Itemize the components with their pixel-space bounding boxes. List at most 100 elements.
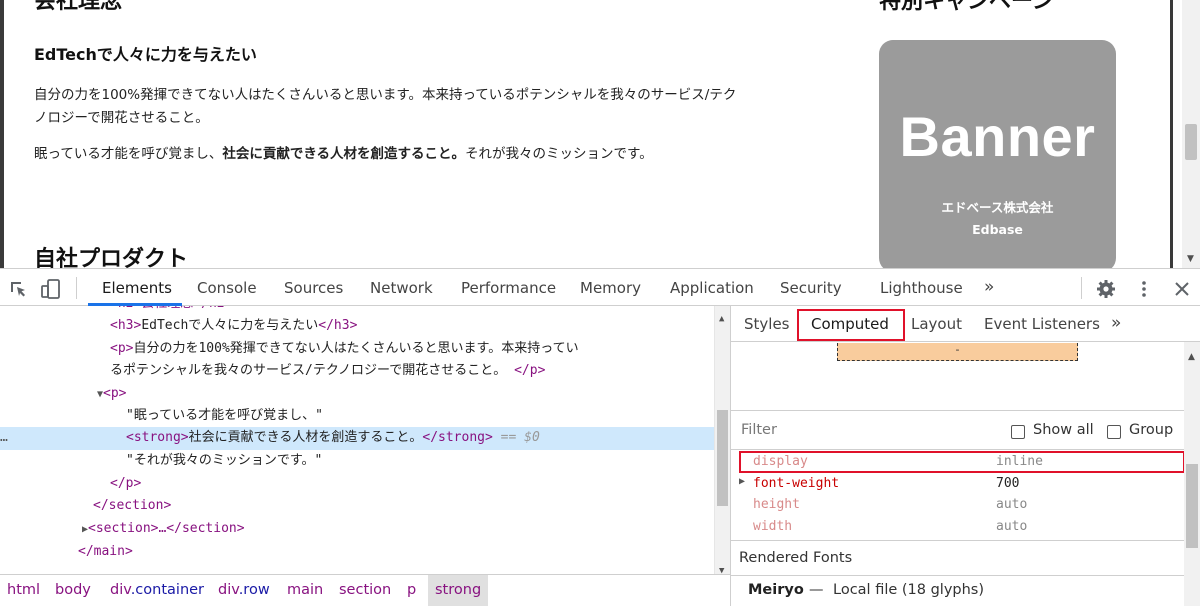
paragraph-2-strong: 社会に貢献できる人材を創造すること。 [222,146,466,162]
crumb-section[interactable]: section [339,582,391,598]
prop-height-name[interactable]: height [753,497,800,512]
sidebar-tabs: Styles Computed Layout Event Listeners » [731,306,1200,342]
rendered-fonts-header: Rendered Fonts [731,540,1200,576]
prop-width-name[interactable]: width [753,519,792,534]
computed-tab-highlight [797,309,905,341]
crumb-div-row[interactable]: div.row [218,582,270,598]
node-p2[interactable]: ▼<p> [97,383,127,407]
p1-open-tag: <p> [110,341,134,356]
node-h3[interactable]: <h3>EdTechで人々に力を与えたい</h3> [110,315,357,338]
show-all-checkbox[interactable] [1011,425,1025,439]
page-border-right [1170,0,1173,268]
rendered-font-separator: — [809,582,824,598]
page-scrollbar-thumb[interactable] [1185,124,1197,160]
tab-console[interactable]: Console [197,279,257,297]
gear-icon[interactable] [1096,279,1116,299]
tab-security[interactable]: Security [780,279,842,297]
node-strong[interactable]: <strong>社会に貢献できる人材を創造すること。</strong> == $… [126,427,540,450]
crumb-html[interactable]: html [7,582,40,598]
website-viewport: 会社理念 特別キャンペーン EdTechで人々に力を与えたい 自分の力を100%… [0,0,1200,268]
section-heading-campaign: 特別キャンペーン [879,0,1054,14]
node-section-close[interactable]: </section> [93,495,171,518]
crumb-p[interactable]: p [407,582,416,598]
strong-open-tag: <strong> [126,430,189,445]
sidebar-scroll-up-icon[interactable]: ▲ [1188,352,1195,362]
expand-font-weight-icon[interactable]: ▶ [739,476,745,487]
strong-text: 社会に貢献できる人材を創造すること。 [188,430,423,445]
breadcrumb: html body div.container div.row main sec… [0,574,730,606]
crumb-body[interactable]: body [55,582,91,598]
prop-display-name[interactable]: display [753,454,808,469]
devtools-panel: Elements Console Sources Network Perform… [0,268,1200,606]
filter-input[interactable]: Filter [741,422,777,438]
selected-marker: == $0 [500,430,540,445]
paragraph-1: 自分の力を100%発揮できてない人はたくさんいると思います。本来持っているポテン… [34,84,834,130]
page-scrollbar[interactable]: ▼ [1182,0,1200,268]
tab-layout[interactable]: Layout [911,315,962,333]
crumb-strong[interactable]: strong [428,575,489,606]
page-border-left [0,0,4,268]
tab-elements[interactable]: Elements [102,279,172,297]
tab-lighthouse[interactable]: Lighthouse [880,279,963,297]
group-checkbox[interactable] [1107,425,1121,439]
tab-memory[interactable]: Memory [580,279,641,297]
text-node-1[interactable]: "眠っている才能を呼び覚まし、" [126,405,323,428]
tab-application[interactable]: Application [670,279,754,297]
paragraph-2-text-c: それが我々のミッションです。 [465,146,653,162]
sidebar-scrollbar-thumb[interactable] [1186,464,1198,548]
section-collapsed-tag: <section>…</section> [88,521,245,536]
tab-performance[interactable]: Performance [461,279,556,297]
prop-height-value[interactable]: auto [996,497,1027,512]
filter-bar: Filter Show all Group [731,410,1200,450]
crumb-div-container[interactable]: div.container [110,582,204,598]
elements-scrollbar[interactable]: ▲ ▼ [714,306,730,574]
tab-network[interactable]: Network [370,279,433,297]
subheading: EdTechで人々に力を与えたい [34,45,257,64]
node-main-close[interactable]: </main> [78,541,133,564]
tab-sources[interactable]: Sources [284,279,343,297]
inspect-element-icon[interactable] [8,279,28,299]
device-toolbar-icon[interactable] [40,279,60,299]
h3-text: EdTechで人々に力を与えたい [141,318,319,333]
prop-font-weight-value[interactable]: 700 [996,476,1019,491]
section-heading-products: 自社プロダクト [34,247,189,268]
scroll-down-arrow-icon[interactable]: ▼ [1187,254,1194,264]
paragraph-1-line-2: ノロジーで開花させること。 [34,110,209,126]
node-p1-cont[interactable]: るポテンシャルを我々のサービス/テクノロジーで開花させること。 </p> [110,360,545,383]
scroll-up-arrow-icon[interactable]: ▲ [719,308,724,331]
section-heading-philosophy: 会社理念 [34,0,123,14]
tab-styles[interactable]: Styles [744,315,790,333]
more-options-icon[interactable] [1134,279,1154,299]
prop-font-weight-name[interactable]: font-weight [753,476,839,491]
tab-event-listeners[interactable]: Event Listeners [984,315,1100,333]
text-node-2[interactable]: "それが我々のミッションです。" [126,450,322,473]
more-tabs-button[interactable]: » [984,277,994,297]
h3-close-tag: </h3> [318,318,358,333]
paragraph-2: 眠っている才能を呼び覚まし、社会に貢献できる人材を創造すること。それが我々のミッ… [34,143,834,166]
more-sidebar-tabs-button[interactable]: » [1111,313,1121,333]
tabbar-divider-right [1081,277,1082,299]
rendered-fonts-title: Rendered Fonts [739,550,853,566]
elements-tree[interactable]: <h2>会社理念</h2> <h3>EdTechで人々に力を与えたい</h3> … [0,306,730,574]
p1-text-2: るポテンシャルを我々のサービス/テクノロジーで開花させること。 [110,363,507,378]
box-model-value: - [955,343,960,356]
prop-display-value[interactable]: inline [996,454,1043,469]
row-dots: … [0,430,8,445]
elements-scrollbar-thumb[interactable] [717,410,728,506]
prop-width-value[interactable]: auto [996,519,1027,534]
tabbar-divider [76,277,77,299]
node-p1[interactable]: <p>自分の力を100%発揮できてない人はたくさんいると思います。本来持ってい [110,338,579,361]
scroll-down-arrow-icon[interactable]: ▼ [719,560,724,574]
rendered-font-detail: Local file (18 glyphs) [833,582,985,598]
node-p2-close[interactable]: </p> [110,473,141,496]
close-icon[interactable] [1172,279,1192,299]
crumb-main[interactable]: main [287,582,323,598]
paragraph-2-text-a: 眠っている才能を呼び覚まし、 [34,146,223,162]
h3-open-tag: <h3> [110,318,142,333]
strong-close-tag: </strong> [422,430,493,445]
sidebar-scrollbar[interactable]: ▲ [1184,342,1200,606]
campaign-banner[interactable]: Banner エドベース株式会社 Edbase [879,40,1116,268]
p2-open-tag: <p> [103,386,127,401]
node-section-collapsed[interactable]: ▶<section>…</section> [82,518,245,542]
p1-close-tag: </p> [514,363,546,378]
